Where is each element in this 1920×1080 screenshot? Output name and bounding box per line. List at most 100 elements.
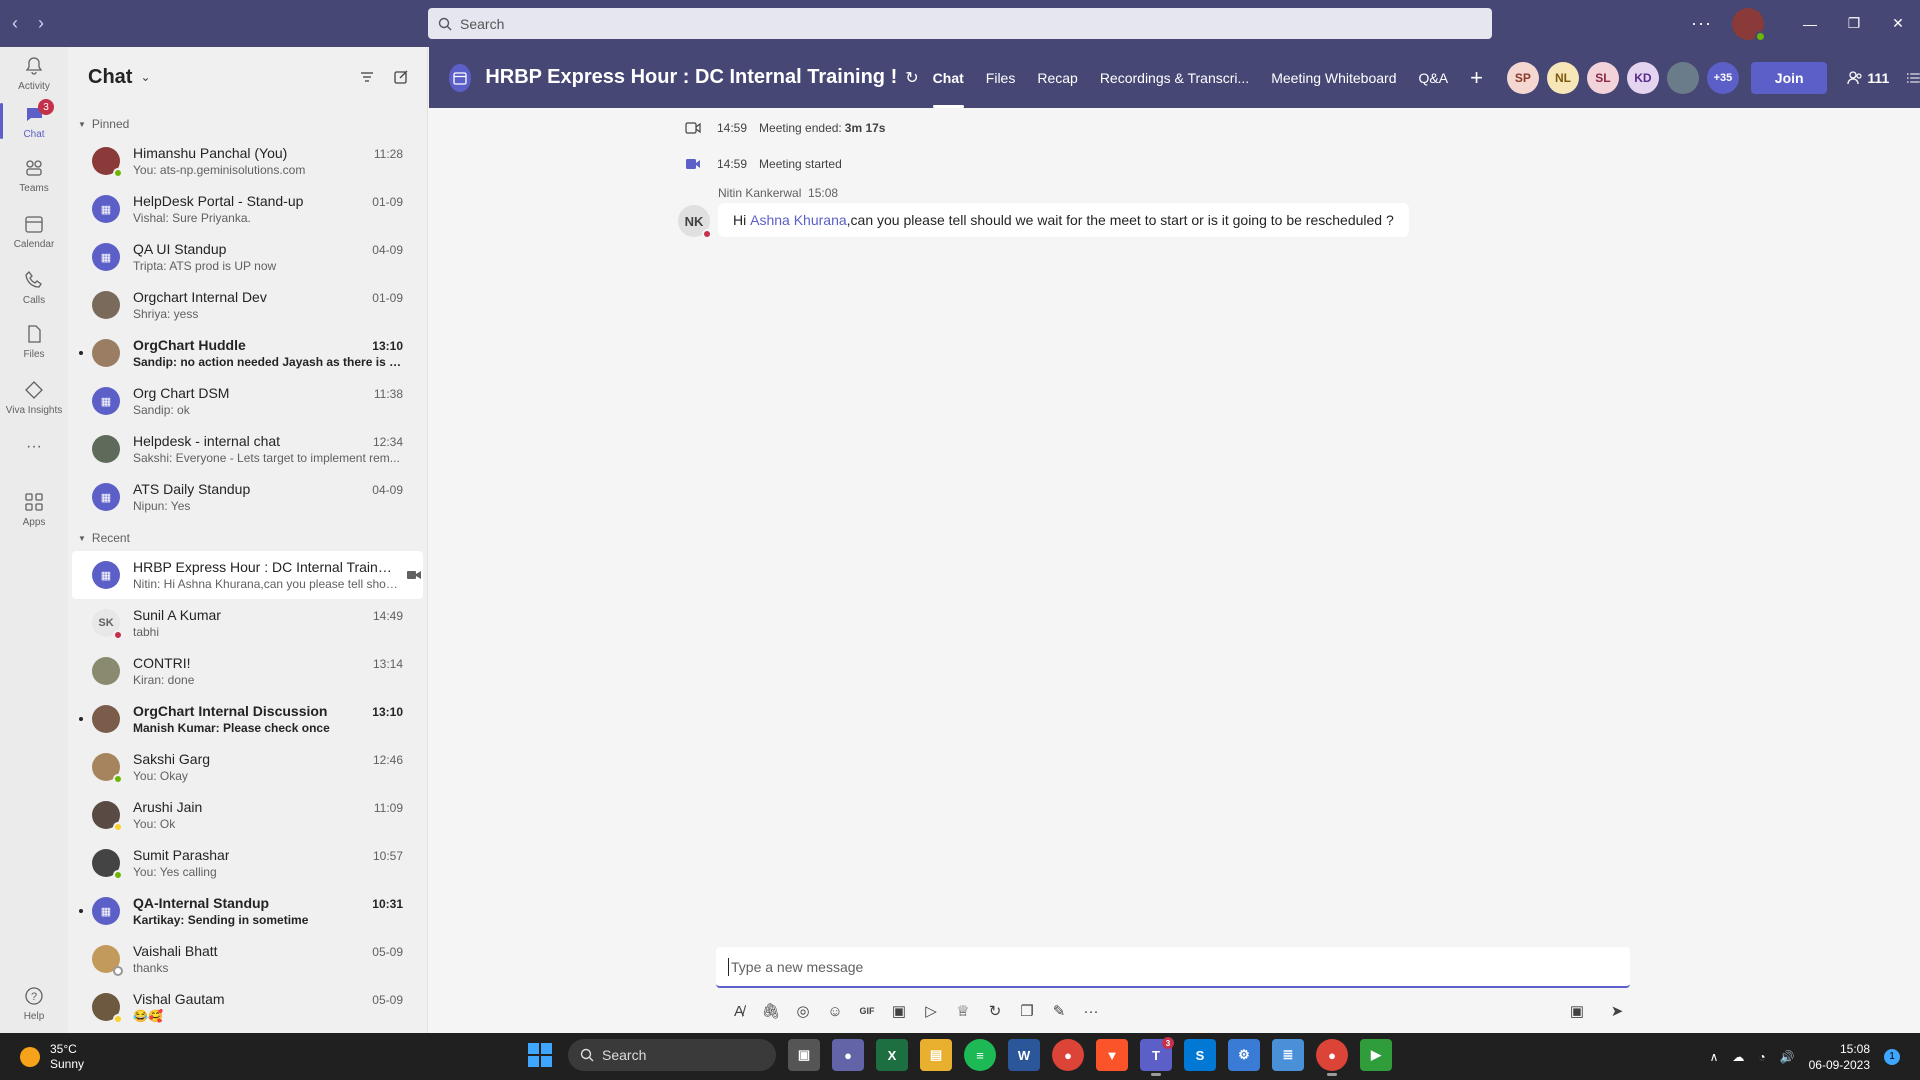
rail-files[interactable]: Files: [0, 315, 68, 367]
clock[interactable]: 15:08 06-09-2023: [1809, 1041, 1870, 1073]
settings-icon[interactable]: ⚙: [1228, 1039, 1260, 1071]
loop-icon[interactable]: ◎: [787, 998, 819, 1024]
add-tab-icon[interactable]: +: [1470, 65, 1483, 91]
participants-button[interactable]: 111: [1847, 70, 1889, 86]
file-explorer-icon[interactable]: ▤: [920, 1039, 952, 1071]
chevron-down-icon[interactable]: ⌄: [140, 70, 150, 84]
chrome-icon[interactable]: ●: [1052, 1039, 1084, 1071]
media-player-icon[interactable]: ▶: [1360, 1039, 1392, 1071]
loop-component-icon[interactable]: ↻: [979, 998, 1011, 1024]
list-item[interactable]: Helpdesk - internal chat 12:34 Sakshi: Eve…: [72, 425, 423, 473]
tab-files[interactable]: Files: [986, 47, 1016, 108]
mention-link[interactable]: Ashna Khurana: [750, 212, 847, 228]
restore-icon[interactable]: ❐: [1832, 0, 1876, 47]
search-input[interactable]: Search: [428, 8, 1492, 39]
join-button[interactable]: Join: [1750, 61, 1828, 94]
emoji-icon[interactable]: ☺: [819, 998, 851, 1024]
section-recent[interactable]: ▼ Recent: [68, 525, 427, 551]
list-item[interactable]: CONTRI! 13:14 Kiran: done: [72, 647, 423, 695]
notepad-icon[interactable]: ≣: [1272, 1039, 1304, 1071]
spotify-icon[interactable]: ≡: [964, 1039, 996, 1071]
rail-activity[interactable]: Activity: [0, 47, 68, 99]
participant-avatars[interactable]: SP NL SL KD +35: [1506, 61, 1739, 94]
rail-chat[interactable]: 3 Chat: [0, 95, 68, 147]
praise-icon[interactable]: ♕: [947, 998, 979, 1024]
word-icon[interactable]: W: [1008, 1039, 1040, 1071]
list-item[interactable]: Vaishali Bhatt 05-09 thanks: [72, 935, 423, 983]
rail-viva-insights[interactable]: Viva Insights: [0, 371, 68, 423]
profile-avatar[interactable]: [1732, 7, 1766, 42]
chrome-profile-icon[interactable]: ●: [1316, 1039, 1348, 1076]
section-pinned[interactable]: ▼ Pinned: [68, 111, 427, 137]
list-item[interactable]: Sumit Parashar 10:57 You: Yes calling: [72, 839, 423, 887]
new-chat-icon[interactable]: [393, 69, 409, 85]
tab-recordings[interactable]: Recordings & Transcri...: [1100, 47, 1249, 108]
tab-meeting-whiteboard[interactable]: Meeting Whiteboard: [1271, 47, 1396, 108]
brave-icon[interactable]: ▼: [1096, 1039, 1128, 1071]
chat-time: 13:10: [372, 339, 403, 353]
list-icon[interactable]: [1907, 71, 1920, 85]
message-input[interactable]: Type a new message: [716, 947, 1630, 988]
list-item[interactable]: Arushi Jain 11:09 You: Ok: [72, 791, 423, 839]
onedrive-icon[interactable]: ☁: [1732, 1050, 1744, 1064]
notification-badge[interactable]: 1: [1884, 1048, 1900, 1065]
video-clip-icon[interactable]: ▣: [1561, 998, 1593, 1024]
list-item[interactable]: Himanshu Panchal (You) 11:28 You: ats-np.g…: [72, 137, 423, 185]
list-item[interactable]: Vishal Gautam 05-09 😂🥰: [72, 983, 423, 1031]
list-item[interactable]: Sakshi Garg 12:46 You: Okay: [72, 743, 423, 791]
gif-icon[interactable]: GIF: [851, 998, 883, 1024]
rail-apps[interactable]: Apps: [0, 483, 68, 535]
tab-recap[interactable]: Recap: [1037, 47, 1077, 108]
avatar: [92, 147, 123, 178]
schedule-meeting-icon[interactable]: ▷: [915, 998, 947, 1024]
list-item[interactable]: SK Sunil A Kumar 14:49 tabhi: [72, 599, 423, 647]
format-icon[interactable]: A̸: [723, 998, 755, 1024]
list-item[interactable]: ▦ Org Chart DSM 11:38 Sandip: ok: [72, 377, 423, 425]
more-options-icon[interactable]: ···: [1691, 13, 1712, 34]
more-actions-icon[interactable]: ···: [1075, 998, 1107, 1024]
volume-icon[interactable]: 🔊: [1780, 1050, 1795, 1064]
notes-icon[interactable]: ✎: [1043, 998, 1075, 1024]
list-item[interactable]: ▦ ATS Daily Standup 04-09 Nipun: Yes: [72, 473, 423, 521]
close-icon[interactable]: ✕: [1876, 0, 1920, 47]
wifi-icon[interactable]: ◔: [1758, 1050, 1765, 1064]
tab-qa[interactable]: Q&A: [1419, 47, 1449, 108]
filter-icon[interactable]: [359, 69, 375, 85]
windows-start-icon[interactable]: [528, 1043, 552, 1067]
list-item[interactable]: ▦ HelpDesk Portal - Stand-up 01-09 Vishal:…: [72, 185, 423, 233]
weather-widget[interactable]: 35°C Sunny: [20, 1042, 84, 1072]
task-view-icon[interactable]: ▣: [788, 1039, 820, 1071]
excel-icon[interactable]: X: [876, 1039, 908, 1071]
back-icon[interactable]: ‹: [12, 13, 18, 34]
chat-preview: Sandip: ok: [133, 403, 190, 417]
rail-more-icon[interactable]: ···: [0, 421, 68, 473]
chat-preview: Nitin: Hi Ashna Khurana,can you please t…: [133, 577, 403, 591]
minimize-icon[interactable]: —: [1788, 0, 1832, 47]
sticker-icon[interactable]: ▣: [883, 998, 915, 1024]
tab-chat[interactable]: Chat: [932, 47, 964, 108]
rail-calls[interactable]: Calls: [0, 261, 68, 313]
list-item-selected[interactable]: ▦ HRBP Express Hour : DC Internal Traini…: [72, 551, 423, 599]
teams-icon[interactable]: T3: [1140, 1037, 1174, 1076]
list-item[interactable]: Orgchart Internal Dev 01-09 Shriya: yess: [72, 281, 423, 329]
sender-avatar[interactable]: NK: [678, 205, 712, 239]
list-item[interactable]: OrgChart Internal Discussion 13:10 Manish …: [72, 695, 423, 743]
list-item[interactable]: OrgChart Huddle 13:10 Sandip: no action ne…: [72, 329, 423, 377]
list-item[interactable]: ▦ QA-Internal Standup 10:31 Kartikay: Send…: [72, 887, 423, 935]
system-tray: ∧ ☁ ◔ 🔊 15:08 06-09-2023 1: [1710, 1033, 1900, 1080]
stream-icon[interactable]: ❐: [1011, 998, 1043, 1024]
attach-icon[interactable]: 🖇: [755, 998, 787, 1024]
popout-chat-icon[interactable]: ↻: [905, 68, 918, 88]
forward-icon[interactable]: ›: [38, 13, 44, 34]
chevron-up-icon[interactable]: ∧: [1710, 1050, 1719, 1064]
rail-help[interactable]: ? Help: [0, 977, 68, 1029]
taskbar-search[interactable]: Search: [568, 1039, 776, 1071]
list-item[interactable]: ▦ QA UI Standup 04-09 Tripta: ATS prod is …: [72, 233, 423, 281]
rail-teams[interactable]: Teams: [0, 149, 68, 201]
title-bar-controls: ··· — ❐ ✕: [1691, 0, 1920, 47]
skype-icon[interactable]: S: [1184, 1039, 1216, 1071]
teams-chat-icon[interactable]: ●: [832, 1039, 864, 1071]
message-bubble[interactable]: Hi Ashna Khurana ,can you please tell sho…: [718, 203, 1409, 237]
send-icon[interactable]: ➤: [1601, 998, 1633, 1024]
rail-calendar[interactable]: Calendar: [0, 205, 68, 257]
